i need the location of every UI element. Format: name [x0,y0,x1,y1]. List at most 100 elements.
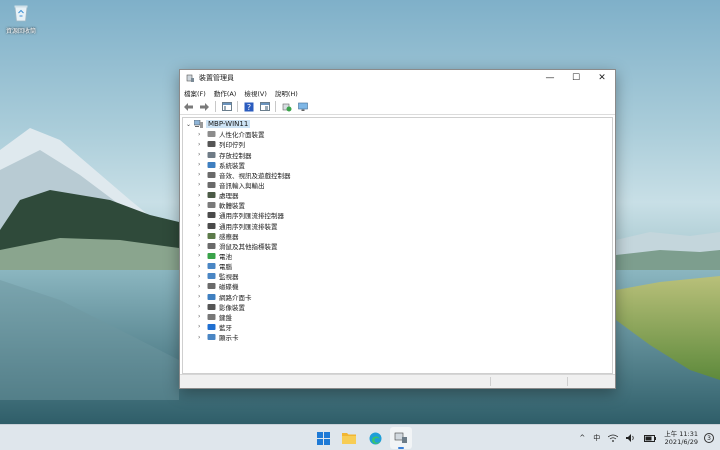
recycle-bin-shortcut[interactable]: 資源回收筒 [4,4,38,35]
tree-item-label: 音效、視訊及遊戲控制器 [219,171,291,180]
menu-file[interactable]: 檔案(F) [184,88,206,98]
chevron-right-icon[interactable]: › [198,323,207,330]
tree-item[interactable]: › 電池 [183,251,612,261]
chevron-right-icon[interactable]: › [198,263,207,270]
device-manager-task-button[interactable] [390,427,412,449]
tree-item-label: 列印佇列 [219,141,245,150]
console-tree-icon [221,102,232,111]
chevron-right-icon[interactable]: › [198,181,207,188]
help-button[interactable]: ? [242,100,255,113]
bluetooth-icon [207,323,216,330]
tree-item[interactable]: › 系統裝置 [183,160,612,170]
ime-indicator[interactable]: 中 [593,433,600,443]
menu-view[interactable]: 檢視(V) [244,88,267,98]
tree-item[interactable]: › 通用序列匯流排裝置 [183,220,612,231]
tree-item[interactable]: › 列印佇列 [183,139,612,150]
tree-item[interactable]: › 軟體裝置 [183,200,612,211]
tree-item-label: 人性化介面裝置 [219,131,265,140]
camera-icon [207,303,216,310]
maximize-button[interactable]: ☐ [563,70,589,86]
printer-icon [207,141,216,148]
tree-item-label: 藍牙 [219,323,232,332]
tree-root[interactable]: ⌄ MBP-WIN11 [183,119,612,129]
battery-icon[interactable] [644,434,657,442]
back-button[interactable] [182,100,195,113]
chevron-right-icon[interactable]: › [198,313,207,320]
scan-hardware-button[interactable] [296,100,309,113]
hid-icon [207,131,216,138]
chevron-up-icon[interactable]: ^ [579,434,585,442]
tree-item-label: 監視器 [219,273,239,282]
usb-icon [207,212,216,219]
tree-item-label: 通用序列匯流排控制器 [219,212,284,221]
wifi-icon[interactable] [608,434,619,442]
chevron-right-icon[interactable]: › [198,293,207,300]
update-driver-icon [282,103,291,111]
file-explorer-button[interactable] [338,427,360,449]
chevron-right-icon[interactable]: › [198,212,207,219]
close-button[interactable]: ✕ [589,70,615,86]
edge-browser-button[interactable] [364,427,386,449]
windows-logo-icon [316,431,330,445]
tree-item[interactable]: › 電腦 [183,261,612,272]
chevron-right-icon[interactable]: › [198,334,207,341]
tree-item[interactable]: › 音訊輸入與輸出 [183,180,612,190]
chevron-right-icon[interactable]: › [198,252,207,259]
tree-item[interactable]: › 鍵盤 [183,312,612,322]
tree-item-label: 滑鼠及其他指標裝置 [219,242,278,251]
tree-item[interactable]: › 顯示卡 [183,332,612,343]
chevron-right-icon[interactable]: › [198,161,207,168]
menu-help[interactable]: 說明(H) [275,88,298,98]
tree-item[interactable]: › 感應器 [183,231,612,241]
chevron-right-icon[interactable]: › [198,131,207,138]
tree-item[interactable]: › 藍牙 [183,322,612,332]
software-device-icon [207,202,216,209]
device-manager-icon [186,74,194,82]
show-hide-console-tree-button[interactable] [220,100,233,113]
tree-item[interactable]: › 網路介面卡 [183,291,612,302]
chevron-right-icon[interactable]: › [198,232,207,239]
notification-badge[interactable]: 3 [704,433,714,443]
chevron-right-icon[interactable]: › [198,273,207,280]
tree-item-label: 感應器 [219,232,239,241]
chevron-right-icon[interactable]: › [198,283,207,290]
window-title: 裝置管理員 [199,74,234,82]
properties-icon [259,102,270,111]
minimize-button[interactable]: — [537,70,563,86]
tree-item[interactable]: › 音效、視訊及遊戲控制器 [183,170,612,180]
sensor-icon [207,232,216,239]
forward-button[interactable] [198,100,211,113]
chevron-right-icon[interactable]: › [198,303,207,310]
clock[interactable]: 上午 11:31 2021/6/29 [664,430,698,446]
tree-item-label: 軟體裝置 [219,202,245,211]
tree-item[interactable]: › 處理器 [183,190,612,201]
update-driver-button[interactable] [280,100,293,113]
properties-button[interactable] [258,100,271,113]
chevron-right-icon[interactable]: › [198,192,207,199]
chevron-right-icon[interactable]: › [198,202,207,209]
chevron-right-icon[interactable]: › [198,151,207,158]
folder-icon [342,433,356,444]
chevron-right-icon[interactable]: › [198,222,207,229]
tree-item-label: 處理器 [219,192,239,201]
start-button[interactable] [312,427,334,449]
status-divider [490,377,491,386]
tree-item[interactable]: › 滑鼠及其他指標裝置 [183,241,612,251]
tree-item[interactable]: › 磁碟機 [183,281,612,292]
volume-icon[interactable] [626,434,636,442]
device-tree[interactable]: ⌄ MBP-WIN11 › 人性化介面裝置 › 列印佇列 › 存放控制器 › 系統裝置 › 音效、… [182,117,613,374]
display-adapter-icon [207,334,216,341]
chevron-right-icon[interactable]: › [198,171,207,178]
tree-item[interactable]: › 監視器 [183,271,612,282]
chevron-right-icon[interactable]: › [198,242,207,249]
mouse-icon [207,242,216,249]
status-bar [180,374,615,388]
tree-item[interactable]: › 存放控制器 [183,149,612,160]
tree-item[interactable]: › 人性化介面裝置 [183,129,612,140]
chevron-right-icon[interactable]: › [198,141,207,148]
title-bar[interactable]: 裝置管理員 — ☐ ✕ [180,70,615,86]
chevron-down-icon[interactable]: ⌄ [186,121,194,128]
menu-action[interactable]: 動作(A) [214,88,237,98]
tree-item[interactable]: › 通用序列匯流排控制器 [183,210,612,221]
tree-item[interactable]: › 影像裝置 [183,302,612,312]
